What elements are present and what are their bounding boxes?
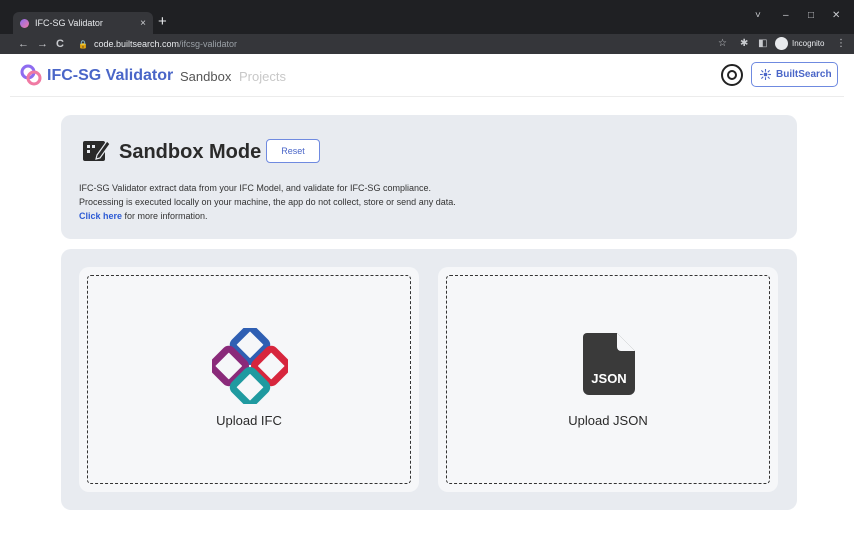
nav-sandbox[interactable]: Sandbox — [180, 69, 231, 84]
tab-search-chevron-icon[interactable]: ˅ — [755, 10, 761, 21]
side-panel-icon[interactable]: ◧ — [758, 37, 767, 51]
builtsearch-button[interactable]: BuiltSearch — [751, 62, 838, 87]
more-info-text: for more information. — [122, 211, 208, 221]
address-bar[interactable]: 🔒 code.builtsearch.com /ifcsg-validator — [73, 37, 713, 51]
lock-icon: 🔒 — [78, 39, 88, 49]
new-tab-button[interactable]: + — [158, 14, 167, 30]
json-icon-text: JSON — [591, 371, 626, 386]
settings-gear-icon[interactable] — [721, 64, 743, 86]
bookmark-star-icon[interactable]: ☆ — [718, 37, 727, 51]
reload-button[interactable]: C — [56, 37, 64, 51]
forward-button[interactable]: → — [37, 37, 48, 51]
incognito-label: Incognito — [792, 39, 825, 48]
brand-title[interactable]: IFC-SG Validator — [47, 67, 173, 85]
minimize-button[interactable]: – — [783, 10, 789, 21]
app-logo-icon[interactable] — [20, 64, 42, 86]
ifc-logo-icon — [212, 328, 288, 404]
sandbox-edit-icon — [83, 140, 111, 161]
json-file-icon: JSON — [583, 333, 635, 395]
close-window-button[interactable]: ✕ — [832, 10, 840, 21]
incognito-icon — [775, 37, 788, 50]
app-header: IFC-SG Validator Sandbox Projects BuiltS… — [10, 54, 844, 97]
description-line: IFC-SG Validator extract data from your … — [79, 183, 431, 193]
nav-projects[interactable]: Projects — [239, 69, 286, 84]
upload-card: Upload IFC JSON Upload JSON — [61, 249, 797, 510]
url-path: /ifcsg-validator — [179, 39, 238, 49]
tab-close-icon[interactable]: × — [140, 18, 146, 29]
sandbox-description: IFC-SG Validator extract data from your … — [79, 181, 456, 223]
upload-json-dropzone[interactable]: JSON Upload JSON — [446, 275, 770, 484]
upload-ifc-label: Upload IFC — [216, 413, 282, 428]
browser-menu-icon[interactable]: ⋮ — [836, 37, 846, 51]
sandbox-info-card: Sandbox Mode Reset IFC-SG Validator extr… — [61, 115, 797, 239]
extensions-icon[interactable]: ✱ — [740, 37, 748, 51]
tab-title: IFC-SG Validator — [35, 18, 103, 28]
upload-ifc-dropzone[interactable]: Upload IFC — [87, 275, 411, 484]
sandbox-mode-title: Sandbox Mode — [119, 141, 262, 163]
click-here-link[interactable]: Click here — [79, 211, 122, 221]
favicon-icon — [20, 18, 29, 28]
url-host: code.builtsearch.com — [93, 39, 180, 49]
description-line: Processing is executed locally on your m… — [79, 197, 456, 207]
reset-button[interactable]: Reset — [266, 139, 320, 163]
builtsearch-icon — [760, 69, 771, 80]
upload-json-panel: JSON Upload JSON — [438, 267, 778, 492]
upload-ifc-panel: Upload IFC — [79, 267, 419, 492]
upload-json-label: Upload JSON — [568, 413, 648, 428]
maximize-button[interactable]: □ — [808, 10, 814, 21]
back-button[interactable]: ← — [18, 37, 29, 51]
browser-tab[interactable]: IFC-SG Validator × — [13, 12, 153, 34]
builtsearch-label: BuiltSearch — [776, 69, 832, 80]
